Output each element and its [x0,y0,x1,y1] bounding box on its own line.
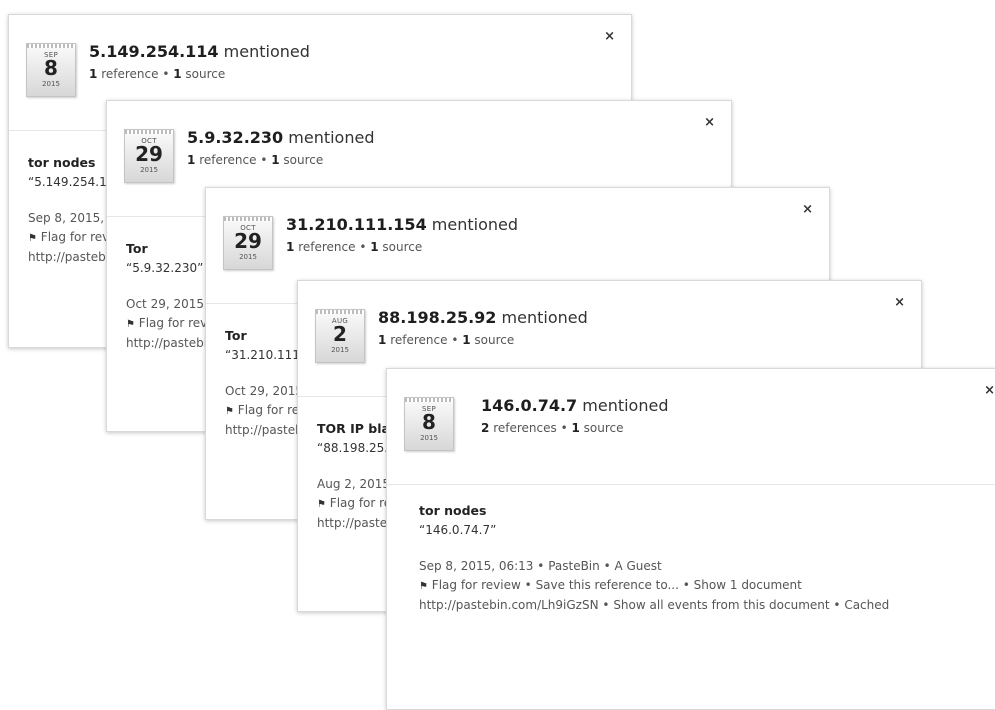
separator-dot: • [451,333,459,347]
source-count: 1 [271,153,280,167]
separator-dot: • [524,578,532,592]
entity-title[interactable]: 5.9.32.230 mentioned [187,128,374,147]
reference-count: 1 [89,67,98,81]
published-date: Oct 29, 2015 [126,297,204,311]
mentioned-label: mentioned [223,42,310,61]
reference-count: 2 [481,421,490,435]
reference-count: 1 [286,240,295,254]
reference-summary: 1 reference • 1 source [187,153,323,167]
source-site-link[interactable]: PasteBin [548,559,600,573]
mentioned-label: mentioned [501,308,588,327]
reference-label: references [493,421,557,435]
close-icon[interactable]: × [704,115,715,130]
calendar-icon: AUG 2 2015 [315,309,365,363]
calendar-icon: OCT 29 2015 [124,129,174,183]
calendar-year: 2015 [42,80,60,88]
published-date: Sep 8, 2015, 06:13 [419,559,534,573]
reference-summary: 1 reference • 1 source [89,67,225,81]
calendar-day: 2 [333,322,347,346]
mentioned-label: mentioned [582,396,669,415]
entity-title[interactable]: 88.198.25.92 mentioned [378,308,588,327]
flag-icon[interactable]: ⚑ [317,499,326,510]
reference-label: reference [390,333,448,347]
ip-address[interactable]: 146.0.74.7 [481,396,577,415]
flag-icon[interactable]: ⚑ [28,233,37,244]
separator-dot: • [602,598,610,612]
source-url-link[interactable]: http://pastebin.com/Lh9iGzSN [419,598,599,612]
entity-title[interactable]: 31.210.111.154 mentioned [286,215,518,234]
reference-label: reference [298,240,356,254]
separator-dot: • [162,67,170,81]
ip-address[interactable]: 88.198.25.92 [378,308,496,327]
cached-link[interactable]: Cached [844,598,889,612]
calendar-icon: SEP 8 2015 [404,397,454,451]
card-header: × SEP 8 2015 146.0.74.7 mentioned 2 refe… [387,369,995,485]
reference-name[interactable]: tor nodes [419,503,995,518]
ip-address[interactable]: 31.210.111.154 [286,215,427,234]
flag-review-link[interactable]: Flag for review [432,578,521,592]
ip-address[interactable]: 5.149.254.114 [89,42,219,61]
source-label: source [474,333,515,347]
reference-body: tor nodes “146.0.74.7” Sep 8, 2015, 06:1… [419,503,995,615]
flag-icon[interactable]: ⚑ [419,581,428,592]
mentioned-label: mentioned [431,215,519,234]
separator-dot: • [603,559,611,573]
show-document-link[interactable]: Show 1 document [694,578,802,592]
reference-label: reference [101,67,159,81]
reference-meta: Sep 8, 2015, 06:13 • PasteBin • A Guest … [419,557,995,615]
calendar-icon: OCT 29 2015 [223,216,273,270]
reference-quote: “146.0.74.7” [419,523,497,537]
save-reference-link[interactable]: Save this reference to... [536,578,679,592]
ip-address[interactable]: 5.9.32.230 [187,128,283,147]
entity-title[interactable]: 5.149.254.114 mentioned [89,42,310,61]
published-date: Aug 2, 2015 [317,477,391,491]
separator-dot: • [682,578,690,592]
calendar-year: 2015 [331,346,349,354]
source-label: source [583,421,624,435]
close-icon[interactable]: × [802,202,813,217]
source-count: 1 [173,67,182,81]
reference-label: reference [199,153,257,167]
source-label: source [283,153,324,167]
mentioned-label: mentioned [288,128,375,147]
separator-dot: • [359,240,367,254]
published-date: Oct 29, 2015 [225,384,303,398]
reference-count: 1 [378,333,387,347]
source-count: 1 [571,421,580,435]
calendar-year: 2015 [140,166,158,174]
calendar-icon: SEP 8 2015 [26,43,76,97]
calendar-day: 8 [44,56,58,80]
close-icon[interactable]: × [984,383,995,398]
reference-summary: 1 reference • 1 source [378,333,514,347]
reference-count: 1 [187,153,196,167]
separator-dot: • [560,421,568,435]
flag-icon[interactable]: ⚑ [126,319,135,330]
calendar-day: 8 [422,410,436,434]
source-count: 1 [462,333,471,347]
close-icon[interactable]: × [894,295,905,310]
source-label: source [382,240,423,254]
reference-summary: 1 reference • 1 source [286,240,422,254]
flag-icon[interactable]: ⚑ [225,406,234,417]
separator-dot: • [260,153,268,167]
separator-dot: • [833,598,841,612]
entity-card: × SEP 8 2015 146.0.74.7 mentioned 2 refe… [386,368,995,710]
calendar-day: 29 [135,142,163,166]
separator-dot: • [537,559,545,573]
close-icon[interactable]: × [604,29,615,44]
source-count: 1 [370,240,379,254]
entity-title[interactable]: 146.0.74.7 mentioned [481,396,668,415]
calendar-year: 2015 [239,253,257,261]
source-label: source [185,67,226,81]
author-link[interactable]: A Guest [614,559,661,573]
calendar-day: 29 [234,229,262,253]
calendar-year: 2015 [420,434,438,442]
show-events-link[interactable]: Show all events from this document [613,598,829,612]
reference-summary: 2 references • 1 source [481,421,624,435]
